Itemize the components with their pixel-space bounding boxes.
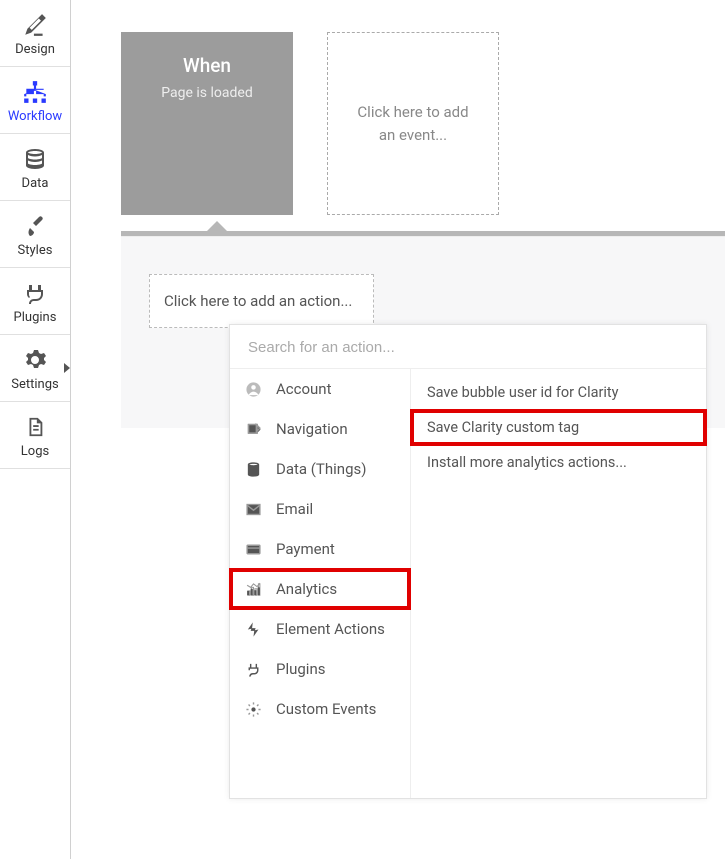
sidebar-item-plugins[interactable]: Plugins [0, 268, 70, 335]
category-custom-events[interactable]: Custom Events [230, 689, 410, 729]
arrow-up-icon [206, 221, 228, 232]
category-label: Custom Events [276, 700, 376, 718]
add-event-placeholder[interactable]: Click here to add an event... [327, 32, 499, 215]
event-title: When [183, 54, 231, 77]
category-plugins[interactable]: Plugins [230, 649, 410, 689]
category-label: Data (Things) [276, 460, 366, 478]
sidebar-item-label: Settings [11, 377, 58, 392]
gear-icon [21, 346, 49, 374]
sidebar-item-label: Design [15, 42, 55, 57]
workflow-icon [21, 78, 49, 106]
category-account[interactable]: Account [230, 369, 410, 409]
styles-icon [21, 212, 49, 240]
sidebar-item-label: Data [22, 176, 49, 191]
element-actions-icon [244, 620, 262, 638]
action-list: Save bubble user id for Clarity Save Cla… [411, 369, 706, 798]
add-action-label: Click here to add an action... [164, 292, 352, 310]
sidebar-item-workflow[interactable]: Workflow [0, 67, 70, 134]
main-area: When Page is loaded Click here to add an… [71, 0, 725, 859]
sidebar-item-label: Styles [18, 243, 53, 258]
category-label: Plugins [276, 660, 325, 678]
category-data[interactable]: Data (Things) [230, 449, 410, 489]
category-label: Navigation [276, 420, 348, 438]
divider-thick [121, 231, 725, 236]
action-categories: Account Navigation Data (Things) Email P… [230, 369, 411, 798]
events-row: When Page is loaded Click here to add an… [71, 0, 725, 215]
sidebar-item-label: Plugins [14, 310, 57, 325]
event-subtitle: Page is loaded [161, 85, 252, 101]
category-analytics[interactable]: Analytics [230, 569, 410, 609]
plugins-icon [21, 279, 49, 307]
data-icon [21, 145, 49, 173]
sidebar-item-design[interactable]: Design [0, 0, 70, 67]
email-icon [244, 500, 262, 518]
action-search-input[interactable] [248, 339, 688, 356]
sidebar-item-logs[interactable]: Logs [0, 402, 70, 469]
category-label: Account [276, 380, 332, 398]
design-icon [21, 11, 49, 39]
action-install-more-analytics[interactable]: Install more analytics actions... [411, 445, 706, 480]
data-icon [244, 460, 262, 478]
sidebar-item-styles[interactable]: Styles [0, 201, 70, 268]
category-label: Element Actions [276, 620, 385, 638]
sidebar-item-label: Logs [21, 444, 49, 459]
analytics-icon [244, 580, 262, 598]
action-search-wrapper [230, 325, 706, 369]
add-action-button[interactable]: Click here to add an action... [149, 274, 374, 328]
event-card-when[interactable]: When Page is loaded [121, 32, 293, 215]
sidebar-item-label: Workflow [8, 109, 62, 124]
action-picker: Account Navigation Data (Things) Email P… [229, 324, 707, 799]
sidebar-item-data[interactable]: Data [0, 134, 70, 201]
action-body: Account Navigation Data (Things) Email P… [230, 369, 706, 798]
category-navigation[interactable]: Navigation [230, 409, 410, 449]
add-event-label: Click here to add an event... [356, 101, 470, 146]
payment-icon [244, 540, 262, 558]
account-icon [244, 380, 262, 398]
category-payment[interactable]: Payment [230, 529, 410, 569]
category-label: Analytics [276, 580, 337, 598]
custom-events-icon [244, 700, 262, 718]
category-element-actions[interactable]: Element Actions [230, 609, 410, 649]
category-label: Payment [276, 540, 335, 558]
sidebar: Design Workflow Data Styles Plugins Sett… [0, 0, 71, 859]
action-save-clarity-custom-tag[interactable]: Save Clarity custom tag [411, 410, 706, 445]
navigation-icon [244, 420, 262, 438]
chevron-right-icon [64, 363, 70, 373]
sidebar-item-settings[interactable]: Settings [0, 335, 70, 402]
action-save-bubble-user-id[interactable]: Save bubble user id for Clarity [411, 375, 706, 410]
plugins-icon [244, 660, 262, 678]
category-label: Email [276, 500, 313, 518]
logs-icon [21, 413, 49, 441]
category-email[interactable]: Email [230, 489, 410, 529]
